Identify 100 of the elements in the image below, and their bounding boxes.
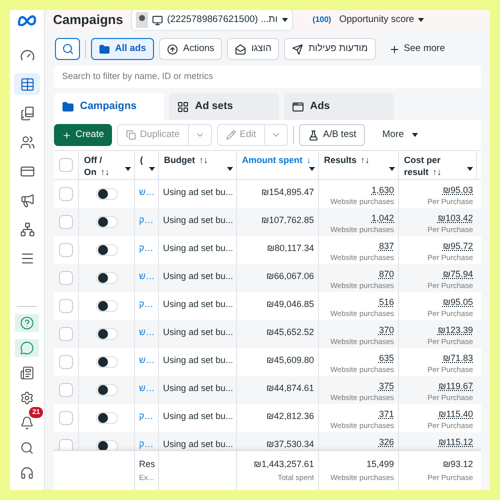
search-icon (20, 441, 34, 455)
cost-value: ₪95.03 (442, 185, 473, 196)
filter-button[interactable]: הוצגו (227, 38, 280, 60)
budget-text: Using ad set bu... (163, 355, 234, 365)
checkbox[interactable] (59, 383, 73, 397)
caret-icon (467, 167, 473, 171)
see-more-button[interactable]: See more (380, 38, 453, 60)
toggle-switch[interactable] (96, 412, 118, 424)
caret-icon (418, 18, 424, 22)
column-header[interactable]: ( (135, 151, 159, 179)
campaign-link[interactable]: ש… (139, 327, 155, 337)
column-header[interactable]: Cost per result ↑↓ (399, 151, 477, 179)
toggle-switch[interactable] (96, 356, 118, 368)
toggle-switch[interactable] (96, 328, 118, 340)
toggle-switch[interactable] (96, 300, 118, 312)
toggle-switch[interactable] (96, 384, 118, 396)
budget-text: Using ad set bu... (163, 383, 234, 393)
create-button[interactable]: Create (54, 124, 112, 146)
sidebar-item[interactable] (14, 73, 40, 95)
monitor-icon (152, 14, 164, 26)
toggle-switch[interactable] (96, 188, 118, 200)
window-icon (292, 100, 304, 112)
results-value: 1,042 (371, 213, 394, 224)
campaign-link[interactable]: ש… (139, 187, 155, 197)
checkbox[interactable] (59, 411, 73, 425)
column-header[interactable]: Off / On ↑↓ (79, 151, 135, 179)
avatar-icon (136, 12, 148, 28)
search-input[interactable]: Search to filter by name, ID or metrics (62, 70, 473, 84)
menu-icon (20, 250, 34, 266)
copy-icon (126, 130, 136, 140)
amount-spent: ₪107,762.85 (261, 215, 314, 225)
checkbox[interactable] (59, 243, 73, 257)
caret-icon (227, 167, 233, 171)
toggle-switch[interactable] (96, 216, 118, 228)
amount-spent: ₪49,046.85 (266, 299, 314, 309)
campaign-link[interactable]: ש… (139, 383, 155, 393)
help-icon (20, 316, 34, 330)
amount-spent: ₪42,812.36 (266, 411, 314, 421)
pages-icon (20, 106, 34, 120)
campaign-link[interactable]: ש… (139, 355, 155, 365)
results-value: 837 (378, 241, 394, 252)
checkbox[interactable] (59, 271, 73, 285)
toggle-switch[interactable] (96, 244, 118, 256)
column-header[interactable]: Results ↑↓ (319, 151, 399, 179)
checkbox[interactable] (59, 355, 73, 369)
campaign-link[interactable]: ק… (139, 299, 154, 309)
people-icon (20, 134, 34, 150)
cost-value: ₪115.12 (438, 437, 473, 448)
grid-icon (177, 100, 189, 112)
folder-icon (62, 100, 74, 112)
cost-value: ₪103.42 (438, 213, 473, 224)
search-button[interactable] (55, 38, 80, 60)
table-icon (20, 76, 34, 92)
checkbox[interactable] (59, 187, 73, 201)
results-value: 516 (378, 297, 394, 308)
amount-spent: ₪80,117.34 (266, 243, 314, 253)
ab-test-button[interactable]: A/B test (298, 124, 366, 146)
cost-value: ₪95.72 (442, 241, 473, 252)
filter-button[interactable]: מודעות פעילות (284, 38, 376, 60)
more-button[interactable]: More (370, 124, 430, 146)
budget-text: Using ad set bu... (163, 439, 234, 449)
cost-value: ₪95.05 (442, 297, 473, 308)
amount-spent: ₪45,652.52 (266, 327, 314, 337)
total-value: ₪93.12 (442, 458, 473, 471)
amount-spent: ₪154,895.47 (261, 187, 314, 197)
opportunity-score-button[interactable]: Opportunity score (339, 12, 424, 28)
filter-button[interactable]: Actions (159, 38, 222, 60)
chat-icon (20, 341, 34, 355)
tab[interactable]: Ad sets (169, 93, 279, 120)
filter-button[interactable]: All ads (91, 38, 154, 60)
cost-value: ₪115.40 (438, 409, 473, 420)
upload-icon (167, 44, 178, 54)
bell-icon (20, 416, 34, 430)
budget-text: Using ad set bu... (163, 215, 234, 225)
toggle-switch[interactable] (96, 272, 118, 284)
caret-icon (282, 18, 288, 22)
tab[interactable]: Ads (284, 93, 394, 120)
results-value: 870 (378, 269, 394, 280)
campaign-link[interactable]: ק… (139, 215, 154, 225)
caret-icon (149, 167, 155, 171)
campaign-link[interactable]: ש… (139, 271, 155, 281)
results-value: 370 (378, 325, 394, 336)
campaign-link[interactable]: ק… (139, 411, 154, 421)
account-selector[interactable]: (2225789867621500) ...ות (131, 10, 293, 31)
amount-spent: ₪44,874.61 (266, 383, 314, 393)
checkbox[interactable] (59, 158, 73, 172)
checkbox[interactable] (59, 327, 73, 341)
search-icon (62, 43, 74, 55)
checkbox[interactable] (59, 215, 73, 229)
settings-icon (20, 391, 34, 405)
tab[interactable]: Campaigns (54, 93, 164, 120)
amount-spent: ₪37,530.34 (266, 439, 314, 449)
budget-text: Using ad set bu... (163, 243, 234, 253)
column-header[interactable]: Budget ↑↓ (159, 151, 237, 179)
checkbox[interactable] (59, 299, 73, 313)
campaign-link[interactable]: ק… (139, 439, 154, 449)
campaign-link[interactable]: ק… (139, 243, 154, 253)
column-header[interactable]: Amount spent ↓ (237, 151, 319, 179)
search-field[interactable]: Search to filter by name, ID or metrics (54, 66, 481, 88)
amount-spent: ₪45,609.80 (266, 355, 314, 365)
